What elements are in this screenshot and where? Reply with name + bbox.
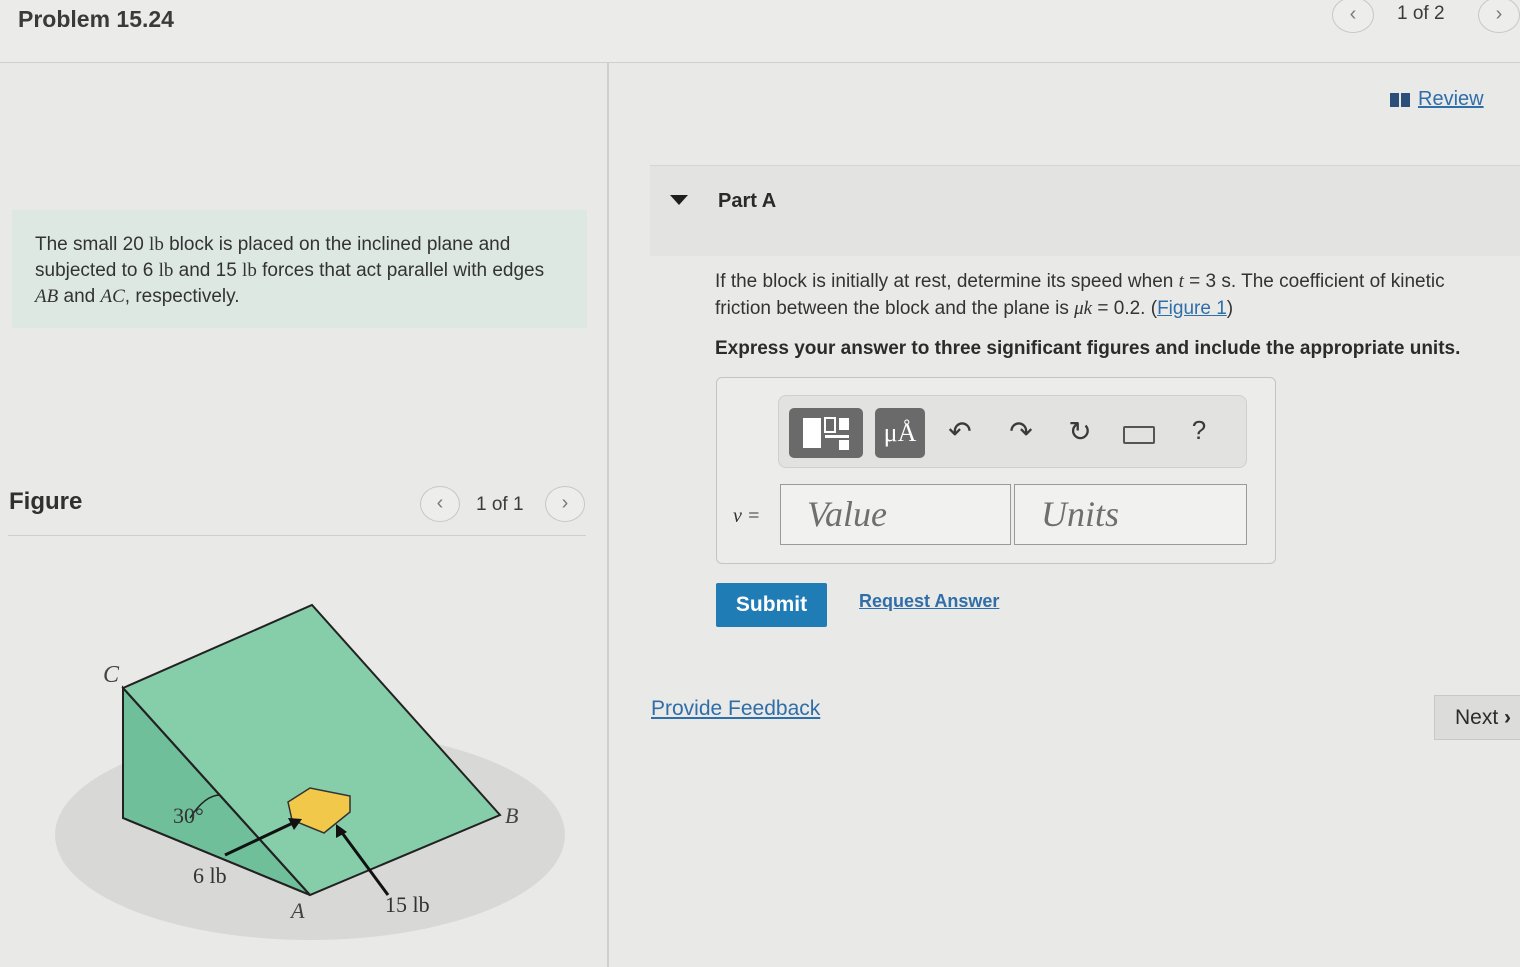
statement-text: and 15 [173,260,243,281]
label-b: B [505,803,518,828]
statement-text: forces that act parallel with edges [256,260,545,281]
angle-label: 30° [173,803,204,828]
book-icon [1390,92,1410,107]
value-input[interactable]: Value [780,484,1011,545]
review-label: Review [1418,88,1484,110]
units-button[interactable]: μÅ [875,408,925,458]
submit-button[interactable]: Submit [716,583,827,627]
label-a: A [289,898,305,923]
variable-label: v = [733,505,761,527]
help-button[interactable]: ? [1181,415,1217,446]
figure-link[interactable]: Figure 1 [1157,298,1227,319]
question-text: If the block is initially at rest, deter… [715,268,1520,322]
chevron-right-icon: › [561,492,569,514]
keyboard-icon[interactable] [1123,426,1155,444]
request-answer-link[interactable]: Request Answer [859,591,999,612]
var-mu-k: μk [1074,298,1093,319]
review-link[interactable]: Review [1390,88,1484,111]
statement-text: and [58,286,101,307]
force-label-large: 15 lb [385,892,430,917]
prev-figure-button[interactable]: ‹ [420,486,460,522]
problem-statement: The small 20 lb block is placed on the i… [12,210,587,328]
unit-lb: lb [149,234,164,255]
figure-page-indicator: 1 of 1 [476,494,524,515]
part-a-header[interactable] [650,165,1520,256]
problem-title: Problem 15.24 [18,6,174,32]
question-fragment: ) [1226,298,1234,319]
question-fragment: = 0.2. ( [1092,298,1158,319]
chevron-right-icon: › [1495,3,1503,25]
redo-icon[interactable]: ↷ [1003,415,1039,448]
chevron-left-icon: ‹ [436,492,444,514]
next-button[interactable]: Next › [1434,695,1520,740]
chevron-right-icon: › [1498,706,1512,729]
force-label-small: 6 lb [193,863,227,888]
statement-text: , respectively. [124,286,240,307]
provide-feedback-link[interactable]: Provide Feedback [651,697,820,721]
reset-icon[interactable]: ↻ [1062,415,1098,448]
unit-lb: lb [242,260,257,281]
figure-title: Figure [9,488,83,515]
next-label: Next [1455,706,1499,729]
question-fragment: If the block is initially at rest, deter… [715,271,1179,292]
answer-instruction: Express your answer to three significant… [715,338,1461,359]
templates-icon [803,417,849,450]
part-a-title: Part A [718,190,777,212]
caret-down-icon[interactable] [670,195,688,205]
chevron-left-icon: ‹ [1349,3,1357,25]
top-bar [0,0,1520,63]
problem-page-indicator: 1 of 2 [1397,3,1445,24]
statement-text: The small 20 [35,234,150,255]
label-c: C [103,662,120,688]
inclined-plane-figure: C B A 30° 6 lb 15 lb [55,603,565,940]
figure-divider [8,535,586,536]
unit-lb: lb [158,260,174,281]
edge-ab: AB [35,286,59,307]
panel-divider [607,62,609,967]
templates-button[interactable] [789,408,863,458]
undo-icon[interactable]: ↶ [942,415,978,448]
next-figure-button[interactable]: › [545,486,585,522]
question-fragment: friction between the block and the plane… [715,298,1075,319]
units-input[interactable]: Units [1014,484,1247,545]
edge-ac: AC [100,286,125,307]
question-fragment: = 3 s. The coefficient of kinetic [1183,271,1445,292]
